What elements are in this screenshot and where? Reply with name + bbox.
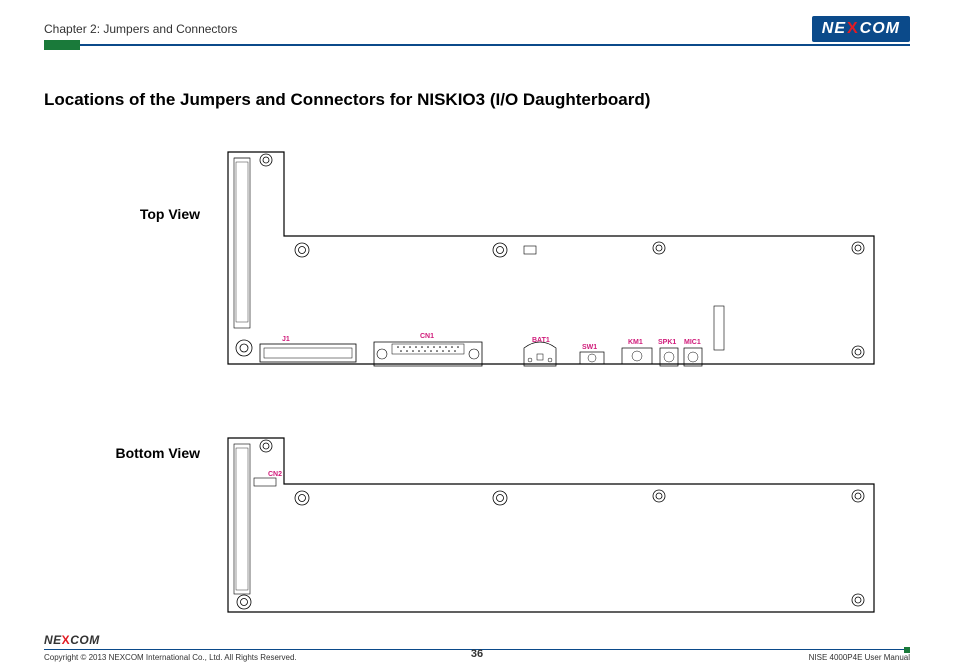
label-cn1: CN1	[420, 333, 434, 340]
header-divider	[44, 44, 910, 46]
manual-name: NISE 4000P4E User Manual	[809, 653, 910, 662]
chapter-title: Chapter 2: Jumpers and Connectors	[44, 22, 237, 42]
footer-logo: NEXCOM	[44, 633, 910, 647]
page-heading: Locations of the Jumpers and Connectors …	[44, 90, 910, 110]
label-j1: J1	[282, 336, 290, 343]
nexcom-logo: NEXCOM	[812, 16, 910, 42]
label-sw1: SW1	[582, 344, 597, 351]
footer-logo-pre: NE	[44, 633, 62, 647]
logo-text-pre: NE	[822, 20, 846, 38]
bottom-view-label: Bottom View	[80, 445, 200, 461]
copyright-text: Copyright © 2013 NEXCOM International Co…	[44, 653, 297, 662]
footer-logo-x: X	[62, 633, 71, 647]
top-view-diagram: J1 CN1 BAT1	[224, 148, 884, 408]
label-mic1: MIC1	[684, 339, 701, 346]
page-number: 36	[471, 648, 483, 660]
logo-text-x: X	[847, 20, 859, 38]
top-view-label: Top View	[80, 206, 200, 222]
label-spk1: SPK1	[658, 339, 676, 346]
label-km1: KM1	[628, 339, 643, 346]
footer-logo-post: COM	[70, 633, 100, 647]
bottom-view-diagram: CN2	[224, 434, 884, 624]
label-bat1: BAT1	[532, 337, 550, 344]
page-footer: NEXCOM Copyright © 2013 NEXCOM Internati…	[44, 633, 910, 663]
label-cn2: CN2	[268, 471, 282, 478]
logo-text-post: COM	[860, 20, 900, 38]
section-tab	[44, 40, 80, 50]
